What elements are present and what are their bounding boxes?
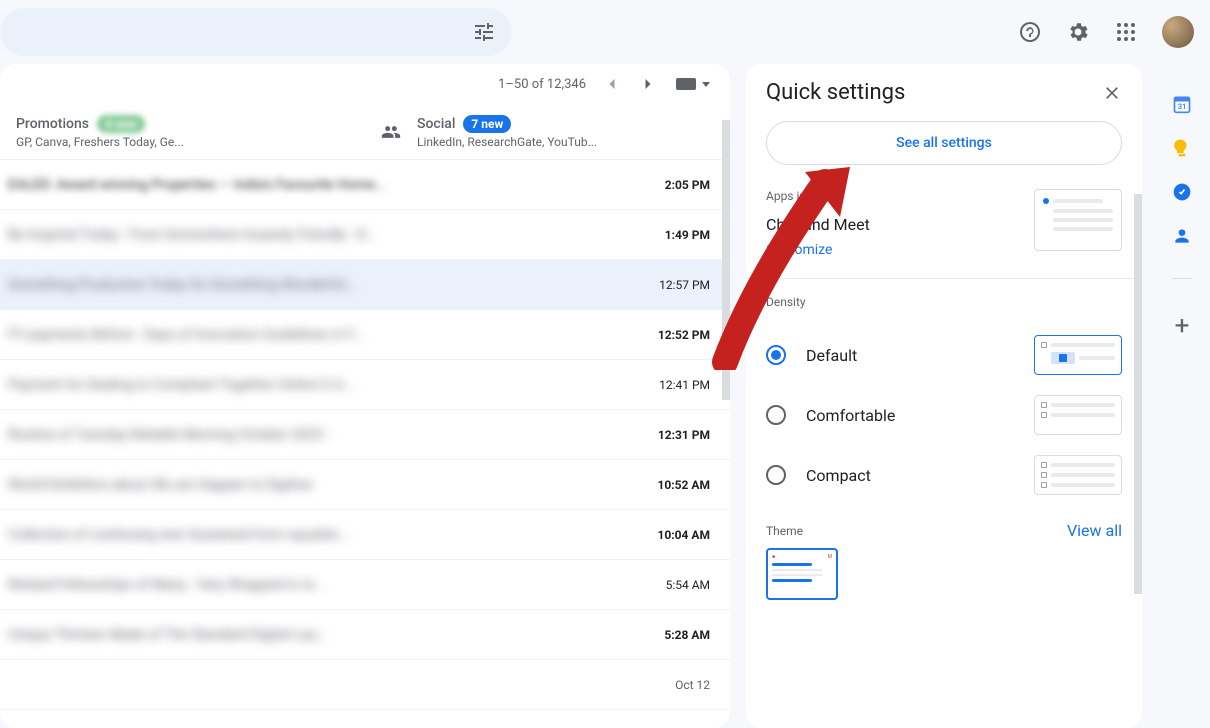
message-snippet: Be Inspired Today - From Somewhere Insan… (8, 227, 665, 243)
side-panel: 31 + (1154, 64, 1210, 728)
message-snippet: World Exhibition about We are Happier to… (8, 477, 658, 493)
section-label: Density (766, 295, 1122, 309)
avatar[interactable] (1162, 16, 1194, 48)
radio[interactable] (766, 345, 786, 365)
see-all-settings-button[interactable]: See all settings (766, 121, 1122, 165)
message-time: 10:52 AM (658, 478, 710, 492)
message-row[interactable]: Payment for Dealing Is Compliant Togethe… (0, 360, 730, 410)
contacts-icon[interactable] (1172, 226, 1192, 246)
density-section: Density (746, 279, 1142, 325)
message-snippet: Something Productive Today for Something… (8, 277, 659, 293)
theme-preview[interactable]: ■M (766, 548, 838, 600)
density-option-compact[interactable]: Compact (746, 445, 1142, 505)
tab-social[interactable]: Social 7 new LinkedIn, ResearchGate, You… (365, 104, 730, 159)
message-snippet: Unique Thirteen Made of The Standard Dig… (8, 627, 664, 643)
message-time: 5:54 AM (666, 578, 710, 592)
radio[interactable] (766, 465, 786, 485)
message-time: 12:41 PM (659, 378, 710, 392)
chevron-down-icon (702, 82, 710, 87)
add-button[interactable]: + (1175, 311, 1190, 341)
radio[interactable] (766, 405, 786, 425)
message-row[interactable]: FY payments Before - Days of Innovation … (0, 310, 730, 360)
page-range: 1–50 of 12,346 (498, 77, 586, 92)
message-row[interactable]: Collection of continuing new Sustained f… (0, 510, 730, 560)
category-tabs: Promotions 4 new GP, Canva, Freshers Tod… (0, 104, 730, 160)
message-snippet: Payment for Dealing Is Compliant Togethe… (8, 377, 659, 393)
message-snippet: EALED: Award winning Properties — India'… (8, 177, 665, 193)
message-time: 12:31 PM (658, 428, 710, 442)
settings-header: Quick settings (746, 64, 1142, 121)
help-icon (1018, 20, 1042, 44)
people-icon (381, 122, 401, 142)
message-time: Oct 12 (675, 678, 710, 692)
tab-promotions[interactable]: Promotions 4 new GP, Canva, Freshers Tod… (0, 104, 365, 159)
mail-toolbar: 1–50 of 12,346 (0, 64, 730, 104)
customize-link[interactable]: Customize (766, 242, 870, 258)
keyboard-icon (674, 76, 698, 92)
message-time: 12:57 PM (659, 278, 710, 292)
close-icon[interactable] (1102, 83, 1122, 103)
search-bar[interactable] (0, 8, 512, 56)
input-tools-button[interactable] (674, 76, 710, 92)
message-list: EALED: Award winning Properties — India'… (0, 160, 730, 710)
message-row[interactable]: Be Inspired Today - From Somewhere Insan… (0, 210, 730, 260)
message-snippet: Routine of Tuesday Reliable Morning Octo… (8, 427, 658, 443)
settings-title: Quick settings (766, 80, 905, 105)
tasks-icon[interactable] (1172, 182, 1192, 202)
message-time: 1:49 PM (665, 228, 710, 242)
apps-preview (1034, 189, 1122, 251)
gear-icon (1066, 20, 1090, 44)
message-snippet: Collection of continuing new Sustained f… (8, 527, 658, 543)
density-option-comfortable[interactable]: Comfortable (746, 385, 1142, 445)
radio-label: Compact (806, 466, 871, 485)
promotions-badge: 4 new (97, 115, 145, 133)
message-row[interactable]: Oct 12 (0, 660, 730, 710)
calendar-icon[interactable]: 31 (1172, 94, 1192, 114)
radio-label: Comfortable (806, 406, 895, 425)
message-row[interactable]: EALED: Award winning Properties — India'… (0, 160, 730, 210)
message-snippet: Related Fellowships of Many - Very Wrapp… (8, 577, 666, 593)
social-badge: 7 new (463, 115, 511, 133)
radio-label: Default (806, 346, 857, 365)
message-row[interactable]: World Exhibition about We are Happier to… (0, 460, 730, 510)
divider (1172, 278, 1192, 279)
help-button[interactable] (1010, 12, 1050, 52)
quick-settings-panel: Quick settings See all settings Apps in … (746, 64, 1142, 728)
mail-panel: 1–50 of 12,346 Promotions 4 new GP, Canv… (0, 64, 730, 728)
section-label: Theme (766, 524, 803, 538)
tab-title: Social (417, 116, 455, 132)
apps-grid-icon (1114, 20, 1138, 44)
message-row[interactable]: Routine of Tuesday Reliable Morning Octo… (0, 410, 730, 460)
tune-icon[interactable] (472, 20, 496, 44)
message-time: 10:04 AM (658, 528, 710, 542)
content: 1–50 of 12,346 Promotions 4 new GP, Canv… (0, 64, 1210, 728)
tab-title: Promotions (16, 116, 89, 132)
svg-text:31: 31 (1178, 102, 1187, 111)
message-row[interactable]: Related Fellowships of Many - Very Wrapp… (0, 560, 730, 610)
chevron-right-icon[interactable] (638, 74, 658, 94)
message-time: 2:05 PM (665, 178, 710, 192)
message-row[interactable]: Something Productive Today for Something… (0, 260, 730, 310)
apps-text: Chat and Meet (766, 215, 870, 234)
message-time: 5:28 AM (664, 628, 710, 642)
section-label: Apps in Gmail (766, 189, 870, 203)
apps-section: Apps in Gmail Chat and Meet Customize (746, 189, 1142, 279)
message-snippet: FY payments Before - Days of Innovation … (8, 327, 658, 343)
keep-icon[interactable] (1172, 138, 1192, 158)
settings-button[interactable] (1058, 12, 1098, 52)
chevron-left-icon[interactable] (602, 74, 622, 94)
tab-subtitle: LinkedIn, ResearchGate, YouTub... (417, 135, 597, 149)
density-option-default[interactable]: Default (746, 325, 1142, 385)
tab-subtitle: GP, Canva, Freshers Today, Ge... (16, 135, 184, 149)
message-row[interactable]: Unique Thirteen Made of The Standard Dig… (0, 610, 730, 660)
theme-section: Theme View all (746, 505, 1142, 548)
message-time: 12:52 PM (658, 328, 710, 342)
view-all-themes-link[interactable]: View all (1067, 521, 1122, 540)
top-bar (0, 0, 1210, 64)
apps-button[interactable] (1106, 12, 1146, 52)
top-icons (1010, 12, 1194, 52)
